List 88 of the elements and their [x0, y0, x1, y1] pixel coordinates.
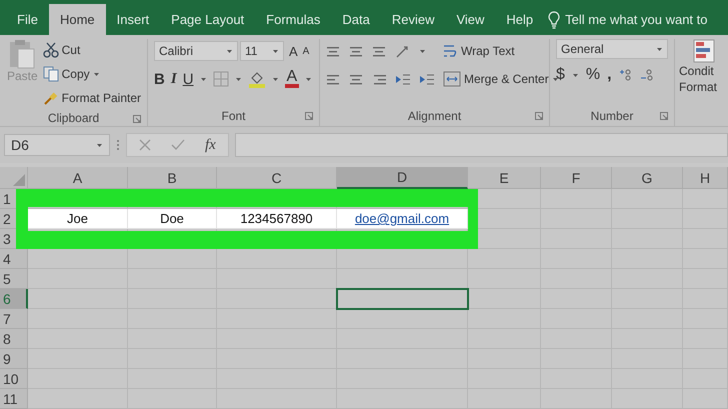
increase-decimal-icon[interactable]	[618, 69, 633, 81]
brush-icon	[42, 90, 59, 106]
wrap-text-button[interactable]: Wrap Text	[442, 43, 515, 59]
copy-icon	[42, 66, 59, 82]
decrease-decimal-icon[interactable]	[640, 69, 654, 81]
insert-function-button[interactable]: fx	[205, 136, 216, 154]
table-cell	[612, 189, 683, 209]
check-icon[interactable]	[171, 139, 185, 151]
active-cell[interactable]	[337, 289, 468, 309]
percent-button[interactable]: %	[586, 66, 600, 84]
row-header[interactable]: 4	[0, 249, 28, 269]
copy-button[interactable]: Copy	[42, 63, 141, 85]
ribbon-tab[interactable]: File	[6, 4, 49, 35]
caret-icon[interactable]	[572, 72, 579, 78]
caret-icon[interactable]	[419, 48, 426, 54]
cut-button[interactable]: Cut	[42, 39, 141, 61]
email-link[interactable]: doe@gmail.com	[354, 211, 450, 226]
group-label: Clipboard	[48, 110, 100, 124]
more-options-icon	[116, 139, 120, 151]
row-header[interactable]: 5	[0, 269, 28, 289]
ribbon-tab[interactable]: Insert	[106, 4, 160, 35]
comma-button[interactable]: ,	[607, 66, 612, 84]
ribbon-tab[interactable]: Formulas	[255, 4, 332, 35]
column-header[interactable]: E	[468, 167, 541, 189]
bold-button[interactable]: B	[154, 70, 165, 88]
column-header[interactable]: H	[683, 167, 728, 189]
increase-indent-icon[interactable]	[419, 72, 435, 86]
column-header[interactable]: C	[217, 167, 337, 189]
group-label: Alignment	[408, 109, 462, 123]
caret-icon[interactable]	[226, 48, 233, 54]
table-cell: Joe	[28, 209, 128, 229]
ribbon-tab[interactable]: Home	[48, 4, 106, 35]
ribbon-tab[interactable]: Review	[380, 4, 446, 35]
decrease-font-size-button[interactable]: A	[302, 46, 310, 56]
caret-icon[interactable]	[92, 72, 100, 76]
decrease-indent-icon[interactable]	[395, 72, 411, 86]
column-header[interactable]: F	[541, 167, 612, 189]
ribbon-tab[interactable]: Help	[495, 4, 544, 35]
table-cell: Doe	[128, 209, 217, 229]
tell-me-text[interactable]: Tell me what you want to	[565, 12, 708, 27]
wrap-text-icon	[442, 43, 458, 59]
lightbulb-icon	[548, 10, 560, 28]
format-painter-button[interactable]: Format Painter	[42, 87, 141, 109]
font-size-field[interactable]: 11	[240, 41, 284, 61]
formula-bar-field[interactable]	[234, 133, 728, 157]
dialog-launcher-icon[interactable]	[535, 112, 543, 120]
italic-button[interactable]: I	[170, 70, 177, 88]
table-cell	[541, 189, 612, 209]
dialog-launcher-icon[interactable]	[305, 112, 313, 120]
row-header[interactable]: 10	[0, 369, 28, 389]
clipboard-icon	[8, 39, 36, 69]
fill-color-icon[interactable]	[248, 70, 266, 88]
column-header[interactable]: A	[28, 167, 128, 189]
conditional-formatting-button[interactable]: Condit Format	[679, 39, 718, 126]
table-chart-icon	[693, 39, 715, 63]
caret-icon[interactable]	[234, 76, 242, 82]
row-header[interactable]: 11	[0, 389, 28, 409]
column-header[interactable]: D	[337, 167, 468, 189]
number-format-field[interactable]: General	[556, 39, 668, 59]
caret-icon[interactable]	[272, 76, 279, 82]
ribbon-tab[interactable]: View	[445, 4, 496, 35]
merge-cells-icon	[443, 71, 461, 87]
caret-icon[interactable]	[656, 46, 663, 52]
group-label: Number	[590, 109, 634, 123]
table-cell	[683, 189, 728, 209]
currency-button[interactable]: $	[556, 66, 565, 84]
caret-icon[interactable]	[96, 142, 103, 148]
font-color-button[interactable]: A	[284, 70, 300, 88]
font-name-field[interactable]: Calibri	[154, 41, 238, 61]
name-box[interactable]: D6	[4, 134, 110, 156]
dialog-launcher-icon[interactable]	[660, 112, 668, 120]
scissors-icon	[42, 42, 59, 58]
column-header[interactable]: B	[128, 167, 217, 189]
row-header[interactable]: 7	[0, 309, 28, 329]
increase-font-size-button[interactable]: A	[286, 44, 301, 58]
ribbon-tab[interactable]: Data	[331, 4, 381, 35]
group-label: Font	[221, 109, 246, 123]
ribbon-tab[interactable]: Page Layout	[160, 4, 256, 35]
row-header[interactable]: 8	[0, 329, 28, 349]
caret-icon[interactable]	[305, 76, 312, 82]
table-cell: 1234567890	[217, 209, 337, 229]
row-header[interactable]: 9	[0, 349, 28, 369]
underline-button[interactable]: U	[182, 70, 194, 88]
dialog-launcher-icon[interactable]	[133, 115, 141, 123]
cancel-icon[interactable]	[139, 139, 151, 151]
caret-icon[interactable]	[272, 48, 279, 54]
caret-icon[interactable]	[200, 76, 207, 82]
column-header[interactable]: G	[612, 167, 683, 189]
